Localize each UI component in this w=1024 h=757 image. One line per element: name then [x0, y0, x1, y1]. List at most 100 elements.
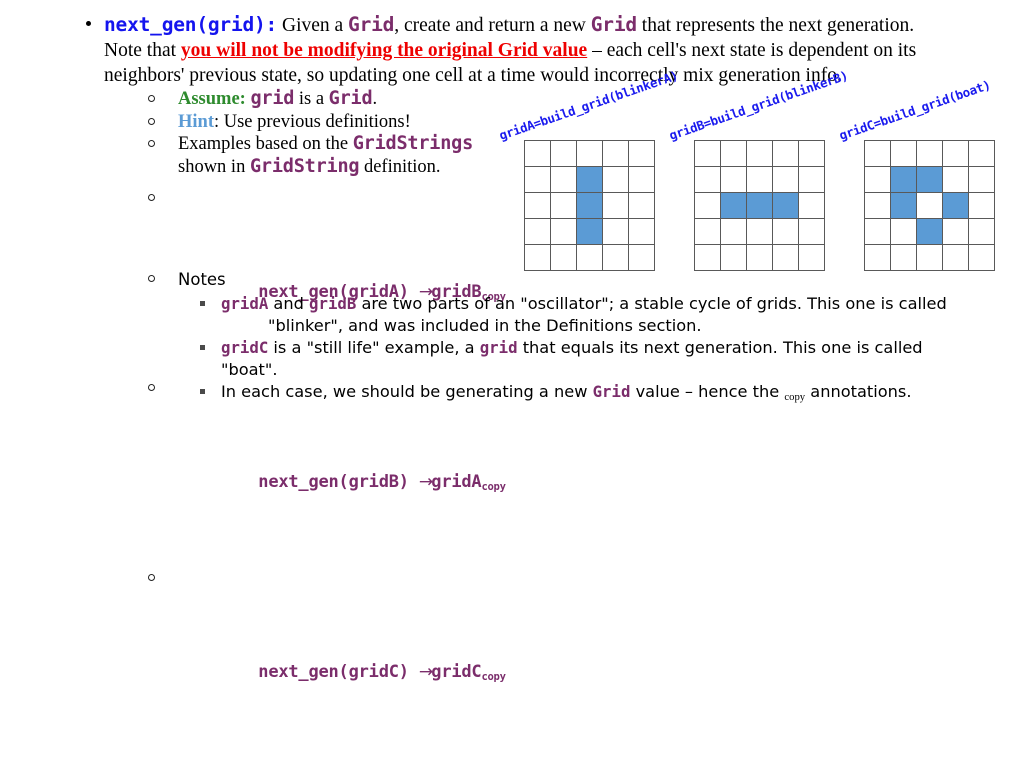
copy-subscript: copy — [784, 391, 806, 404]
circle-marker-icon — [148, 194, 155, 201]
grid-row — [524, 140, 655, 167]
grid-row — [864, 244, 995, 271]
grid-cell-dead — [694, 140, 721, 167]
grid-cell-dead — [550, 140, 577, 167]
note-text: In each case, we should be generating a … — [221, 382, 593, 401]
assume-mid: is a — [294, 89, 329, 109]
grid-cell-dead — [694, 218, 721, 245]
grid-cell-dead — [720, 140, 747, 167]
notes-list: gridA and gridB are two parts of an "osc… — [200, 293, 948, 406]
grid-cell-dead — [720, 218, 747, 245]
grid-cell-alive — [576, 218, 603, 245]
main-text-1: Given a — [277, 15, 349, 36]
grid-cell-dead — [720, 166, 747, 193]
grid-cell-alive — [890, 166, 917, 193]
grid-cell-dead — [694, 244, 721, 271]
grid-cell-dead — [524, 140, 551, 167]
note-continuation: "blinker", and was included in the Defin… — [268, 315, 702, 335]
notes-heading: Notes — [148, 269, 948, 291]
circle-marker-icon — [148, 140, 155, 147]
grid-row — [524, 166, 655, 193]
notes-heading-label: Notes — [178, 270, 226, 289]
note-text: are two parts of an "oscillator"; a stab… — [356, 294, 947, 313]
inline-code-grid-2: Grid — [590, 13, 637, 36]
grid-cell-dead — [942, 244, 969, 271]
grid-cell-dead — [968, 218, 995, 245]
sub-item-assume: Assume: grid is a Grid. — [148, 88, 508, 111]
main-text-2: , create and return a new — [394, 15, 591, 36]
grid-cell-dead — [942, 166, 969, 193]
grid-cell-dead — [720, 244, 747, 271]
grid-cell-dead — [772, 140, 799, 167]
mapping-sub-b: copy — [481, 481, 506, 494]
grid-cell-dead — [916, 140, 943, 167]
figure-grid-c: gridC=build_grid(boat) — [837, 77, 995, 271]
square-marker-icon — [200, 301, 205, 306]
note-line: In each case, we should be generating a … — [221, 382, 912, 404]
grid-cell-dead — [798, 166, 825, 193]
circle-marker-icon — [148, 275, 155, 282]
grid-cell-dead — [550, 218, 577, 245]
grid-cell-dead — [772, 244, 799, 271]
grid-cell-dead — [864, 166, 891, 193]
grid-cell-dead — [524, 244, 551, 271]
grid-c — [864, 140, 995, 271]
grid-cell-alive — [890, 192, 917, 219]
grid-row — [524, 244, 655, 271]
grid-row — [524, 218, 655, 245]
grid-row — [864, 166, 995, 193]
mapping-result-c: gridC — [431, 662, 482, 682]
grid-cell-dead — [550, 166, 577, 193]
grid-cell-dead — [628, 244, 655, 271]
function-signature: next_gen(grid): — [104, 13, 278, 36]
grid-cell-dead — [890, 218, 917, 245]
slide-body: next_gen(grid): Given a Grid, create and… — [0, 0, 1024, 683]
grid-cell-alive — [772, 192, 799, 219]
bullet-marker — [86, 21, 91, 26]
grid-cell-dead — [968, 192, 995, 219]
grid-cell-dead — [746, 140, 773, 167]
note-item-stilllife: gridC is a "still life" example, a grid … — [200, 337, 948, 380]
grid-cell-dead — [942, 218, 969, 245]
main-bullet: next_gen(grid): Given a Grid, create and… — [86, 12, 926, 88]
grid-cell-alive — [916, 166, 943, 193]
grid-cell-dead — [968, 244, 995, 271]
grid-cell-dead — [968, 166, 995, 193]
mapping-call-b: next_gen(gridB) — [258, 472, 409, 492]
grid-row — [864, 218, 995, 245]
grid-cell-dead — [798, 244, 825, 271]
assume-code: grid — [250, 88, 295, 109]
figure-grid-b: gridB=build_grid(blinkerB) — [667, 68, 850, 271]
examples-text-3: definition. — [359, 156, 441, 177]
grid-cell-dead — [524, 166, 551, 193]
examples-text-2: shown in — [178, 156, 250, 177]
grid-cell-alive — [942, 192, 969, 219]
assume-end: . — [372, 89, 378, 109]
grid-cell-dead — [550, 192, 577, 219]
grid-cell-dead — [772, 166, 799, 193]
grid-cell-dead — [602, 166, 629, 193]
inline-code: grid — [479, 338, 518, 357]
mapping-result-b: gridA — [431, 472, 482, 492]
note-text: value – hence the — [630, 382, 785, 401]
grid-cell-dead — [890, 140, 917, 167]
grid-cell-dead — [628, 218, 655, 245]
grid-cell-alive — [576, 166, 603, 193]
warning-text: you will not be modifying the original G… — [180, 40, 588, 61]
grid-cell-dead — [746, 166, 773, 193]
grid-cell-dead — [602, 192, 629, 219]
grid-cell-dead — [968, 140, 995, 167]
sub-item-hint: Hint: Use previous definitions! — [148, 111, 508, 134]
grid-cell-alive — [720, 192, 747, 219]
examples-code-1: GridStrings — [352, 133, 474, 154]
inline-code: gridB — [309, 294, 357, 313]
grid-row — [694, 140, 825, 167]
assume-type: Grid — [328, 88, 373, 109]
grid-row — [864, 192, 995, 219]
grid-cell-alive — [916, 218, 943, 245]
square-marker-icon — [200, 345, 205, 350]
grid-cell-dead — [524, 218, 551, 245]
grid-a — [524, 140, 655, 271]
examples-code-2: GridString — [249, 155, 360, 177]
